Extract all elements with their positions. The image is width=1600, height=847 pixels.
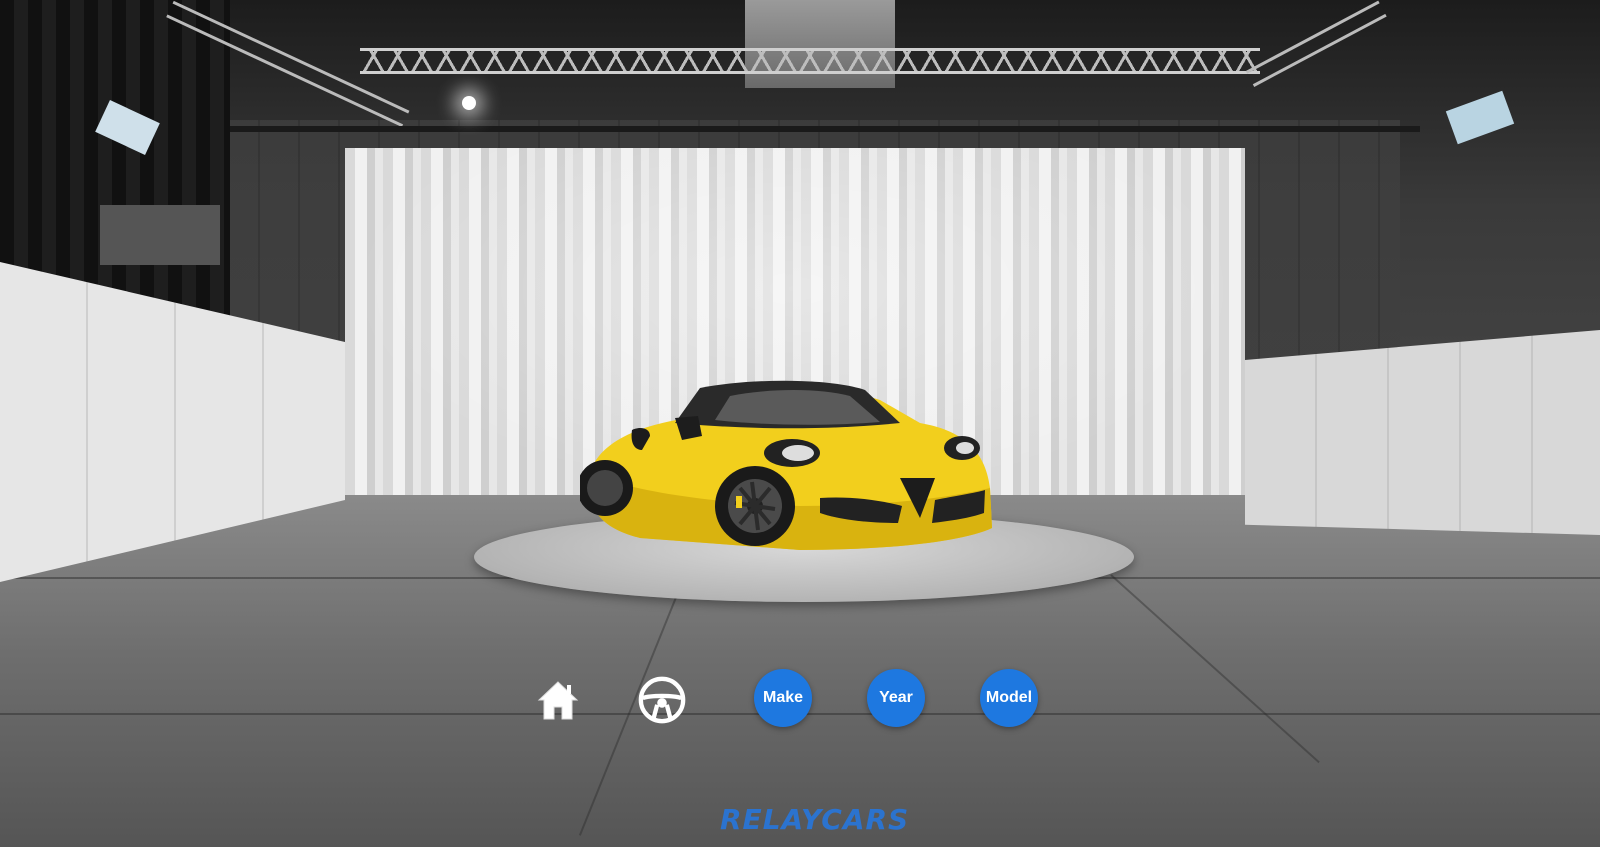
white-panel-right (1245, 330, 1600, 535)
model-label: Model (985, 689, 1033, 706)
studio-light (462, 96, 476, 110)
home-button[interactable] (533, 675, 583, 725)
steering-wheel-icon (638, 676, 686, 724)
year-button[interactable]: Year (867, 669, 925, 727)
studio-lamp-stand (100, 205, 220, 265)
relaycars-logo: RELAYCARS (720, 803, 910, 836)
ceiling-fixture (745, 0, 895, 88)
curtain-rail (230, 126, 1420, 132)
steering-wheel-button[interactable] (637, 675, 687, 725)
home-icon (537, 681, 579, 720)
showroom-scene: Make Year Model RELAYCARS (0, 0, 1600, 847)
make-button[interactable]: Make (754, 669, 812, 727)
year-label: Year (879, 689, 913, 706)
make-label: Make (762, 689, 804, 706)
yellow-sports-car (580, 378, 1010, 573)
model-button[interactable]: Model (980, 669, 1038, 727)
ceiling-truss (360, 48, 1260, 74)
